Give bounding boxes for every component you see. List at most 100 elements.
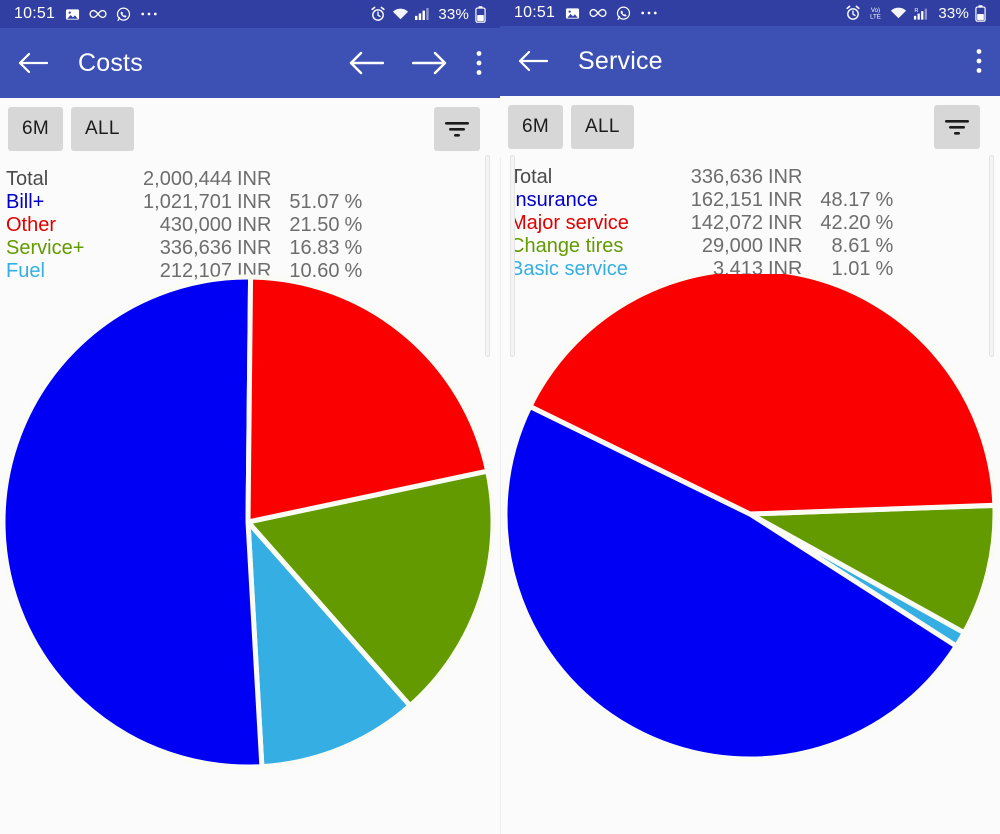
volte-icon: Vo) LTE: [867, 5, 884, 21]
more-dots-icon: [640, 10, 658, 16]
svg-text:LTE: LTE: [870, 14, 881, 21]
legend-label: Bill+: [6, 191, 45, 213]
panel-service: 10:51 Vo) LTE R 33% Service 6M ALL Total…: [500, 0, 1000, 834]
battery-icon: [975, 4, 986, 22]
status-left-icons: [65, 7, 158, 22]
status-bar: 10:51 Vo) LTE R 33%: [500, 0, 1000, 26]
whatsapp-icon: [616, 6, 631, 21]
app-bar: Costs: [0, 28, 500, 98]
battery-percent: 33%: [938, 4, 969, 22]
legend-amount: 29,000: [701, 235, 763, 257]
legend-unit: INR: [768, 166, 803, 188]
legend-percent: 48.17: [820, 189, 871, 211]
legend-unit: INR: [237, 191, 272, 213]
app-bar: Service: [500, 26, 1000, 96]
legend-percent-symbol: %: [875, 235, 894, 257]
infinity-icon: [89, 8, 107, 20]
legend-amount: 1,021,701: [143, 191, 232, 213]
legend-percent-symbol: %: [344, 237, 363, 259]
legend-percent-symbol: %: [875, 212, 894, 234]
page-title: Costs: [78, 48, 143, 77]
legend-amount: 2,000,444: [143, 168, 232, 190]
arrow-right-icon[interactable]: [412, 50, 448, 76]
legend-label: Total: [510, 166, 553, 188]
appbar-actions: [348, 50, 482, 76]
legend-unit: INR: [237, 168, 272, 190]
overflow-menu-icon[interactable]: [476, 50, 482, 76]
legend-unit: INR: [237, 214, 272, 236]
battery-icon: [475, 5, 486, 23]
signal-icon: [415, 7, 430, 21]
filter-bar: 6M ALL: [500, 96, 1000, 158]
more-dots-icon: [140, 11, 158, 17]
wifi-icon: [392, 7, 409, 21]
legend-amount: 142,072: [690, 212, 763, 234]
page-title: Service: [578, 46, 663, 75]
legend-row: Bill+ 1,021,701 INR 51.07 %: [6, 191, 500, 214]
whatsapp-icon: [116, 7, 131, 22]
alarm-icon: [845, 5, 861, 21]
legend-label: Service+: [6, 237, 85, 259]
arrow-back-icon[interactable]: [518, 49, 548, 73]
legend-label: Total: [6, 168, 49, 190]
status-right-icons: Vo) LTE R 33%: [845, 5, 986, 22]
overflow-menu-icon[interactable]: [976, 48, 982, 74]
legend-row: Insurance 162,151 INR 48.17 %: [510, 189, 1000, 212]
filter-button[interactable]: [934, 105, 980, 149]
range-all-button[interactable]: ALL: [571, 105, 634, 149]
svg-text:R: R: [915, 8, 919, 14]
arrow-left-icon[interactable]: [348, 50, 384, 76]
filter-button[interactable]: [434, 107, 480, 151]
alarm-icon: [370, 6, 386, 22]
infinity-icon: [589, 7, 607, 19]
legend-percent: 51.07: [289, 191, 340, 213]
pie-slice-bill-[interactable]: [0, 274, 265, 770]
legend-costs: Total 2,000,444 INR Bill+ 1,021,701 INR …: [0, 160, 500, 283]
range-6m-button[interactable]: 6M: [508, 105, 563, 149]
legend-row: Total 2,000,444 INR: [6, 168, 500, 191]
filter-icon: [944, 118, 970, 136]
legend-percent: 8.61: [831, 235, 871, 257]
legend-unit: INR: [237, 237, 272, 259]
wifi-icon: [890, 6, 907, 20]
legend-percent-symbol: %: [344, 191, 363, 213]
legend-unit: INR: [768, 235, 803, 257]
range-6m-button[interactable]: 6M: [8, 107, 63, 151]
battery-percent: 33%: [438, 5, 469, 23]
legend-amount: 336,636: [690, 166, 763, 188]
pie-chart-svg[interactable]: [0, 274, 500, 834]
legend-percent: 16.83: [289, 237, 340, 259]
pie-chart-service[interactable]: [500, 274, 1000, 834]
legend-amount: 430,000: [159, 214, 232, 236]
status-time: 10:51: [514, 4, 556, 21]
legend-percent: 21.50: [289, 214, 340, 236]
appbar-actions: [976, 48, 982, 74]
dual-screenshot-container: 10:51 33% Costs 6M ALL Total 2,000,444 I…: [0, 0, 1000, 834]
legend-row: Service+ 336,636 INR 16.83 %: [6, 237, 500, 260]
status-bar: 10:51 33%: [0, 0, 500, 28]
arrow-back-icon[interactable]: [18, 51, 48, 75]
filter-icon: [444, 120, 470, 138]
legend-row: Other 430,000 INR 21.50 %: [6, 214, 500, 237]
legend-label: Insurance: [510, 189, 598, 211]
filter-bar: 6M ALL: [0, 98, 500, 160]
image-icon: [65, 7, 80, 22]
pie-chart-svg[interactable]: [500, 274, 1000, 834]
legend-unit: INR: [768, 189, 803, 211]
legend-label: Change tires: [510, 235, 624, 257]
signal-roaming-icon: R: [913, 6, 930, 21]
legend-row: Total 336,636 INR: [510, 166, 1000, 189]
panel-costs: 10:51 33% Costs 6M ALL Total 2,000,444 I…: [0, 0, 500, 834]
range-all-button[interactable]: ALL: [71, 107, 134, 151]
legend-row: Change tires 29,000 INR 8.61 %: [510, 235, 1000, 258]
pie-chart-costs[interactable]: [0, 274, 500, 834]
legend-label: Other: [6, 214, 57, 236]
status-right-icons: 33%: [370, 6, 486, 23]
legend-percent-symbol: %: [344, 214, 363, 236]
legend-label: Major service: [510, 212, 629, 234]
legend-amount: 162,151: [690, 189, 763, 211]
legend-amount: 336,636: [159, 237, 232, 259]
legend-percent-symbol: %: [875, 189, 894, 211]
legend-row: Major service 142,072 INR 42.20 %: [510, 212, 1000, 235]
image-icon: [565, 6, 580, 21]
